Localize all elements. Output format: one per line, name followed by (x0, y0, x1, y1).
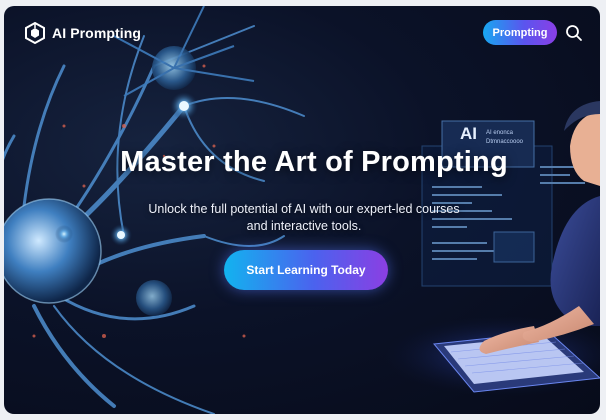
screen-badge: AI (460, 124, 477, 143)
cube-logo-icon (25, 22, 45, 44)
screen-text-line-2: Dtmnaccoooo (486, 139, 524, 145)
search-icon[interactable] (564, 23, 584, 43)
hero-subtitle: Unlock the full potential of AI with our… (134, 201, 474, 235)
hero-subtitle-line-2: and interactive tools. (246, 219, 362, 233)
screen-text-line-1: AI enonca (486, 130, 514, 136)
prompting-button[interactable]: Prompting (483, 20, 557, 45)
hero-subtitle-line-1: Unlock the full potential of AI with our… (148, 202, 460, 216)
hero-section: AI Prompting Prompting Master the Art of… (4, 6, 600, 414)
brand-name: AI Prompting (52, 25, 142, 41)
top-navigation: AI Prompting Prompting (4, 6, 600, 58)
hero-title: Master the Art of Prompting (120, 146, 508, 178)
start-learning-button[interactable]: Start Learning Today (224, 250, 388, 290)
brand-logo[interactable]: AI Prompting (24, 22, 141, 44)
